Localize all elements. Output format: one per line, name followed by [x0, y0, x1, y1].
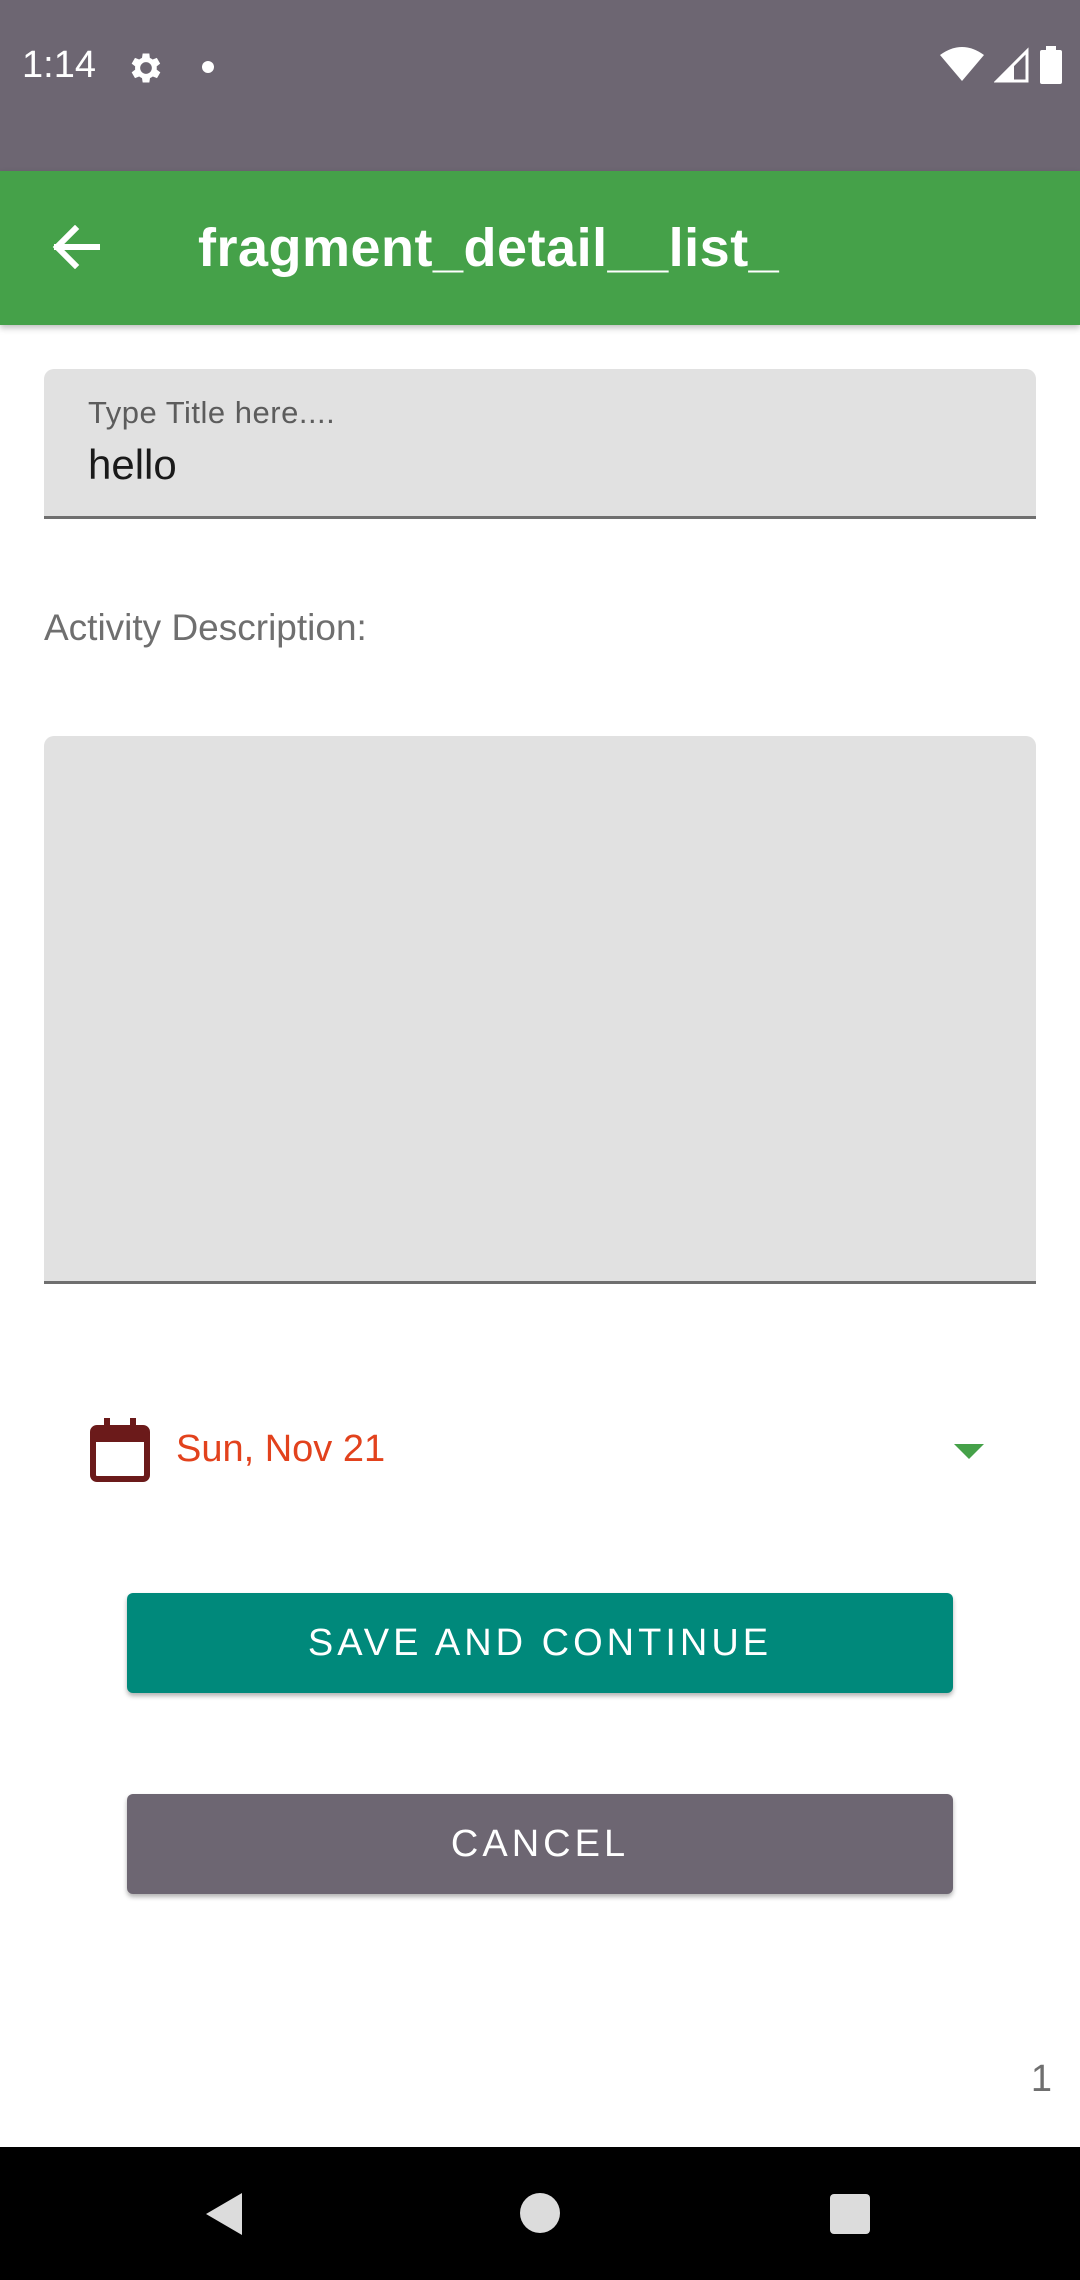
description-input[interactable]: [44, 736, 1036, 1284]
system-nav-bar: [0, 2147, 1080, 2280]
app-bar: fragment_detail__list_: [0, 171, 1080, 325]
back-triangle-icon[interactable]: [204, 2191, 244, 2237]
page-title: fragment_detail__list_: [198, 218, 780, 278]
battery-icon: [1040, 46, 1062, 84]
status-icons: [940, 46, 1062, 84]
home-circle-icon[interactable]: [520, 2193, 560, 2233]
back-button[interactable]: [40, 211, 112, 283]
arrow-left-icon: [52, 225, 100, 269]
calendar-icon: [90, 1418, 150, 1482]
signal-icon: [994, 47, 1029, 83]
status-bar: 1:14: [0, 0, 1080, 171]
page-number: 1: [1030, 2058, 1052, 2100]
description-label: Activity Description:: [44, 607, 367, 648]
title-input-value: hello: [88, 441, 177, 488]
chevron-down-icon: [954, 1444, 984, 1459]
date-value: Sun, Nov 21: [176, 1428, 386, 1470]
notification-dot-icon: [202, 61, 214, 73]
recents-square-icon[interactable]: [830, 2194, 870, 2234]
title-input[interactable]: Type Title here.... hello: [44, 369, 1036, 519]
cancel-button[interactable]: CANCEL: [127, 1794, 953, 1894]
gear-icon: [131, 53, 161, 83]
wifi-icon: [940, 47, 984, 81]
status-time: 1:14: [22, 44, 96, 86]
title-input-hint: Type Title here....: [88, 395, 336, 430]
save-and-continue-button[interactable]: SAVE AND CONTINUE: [127, 1593, 953, 1693]
date-picker[interactable]: Sun, Nov 21: [44, 1400, 1036, 1504]
